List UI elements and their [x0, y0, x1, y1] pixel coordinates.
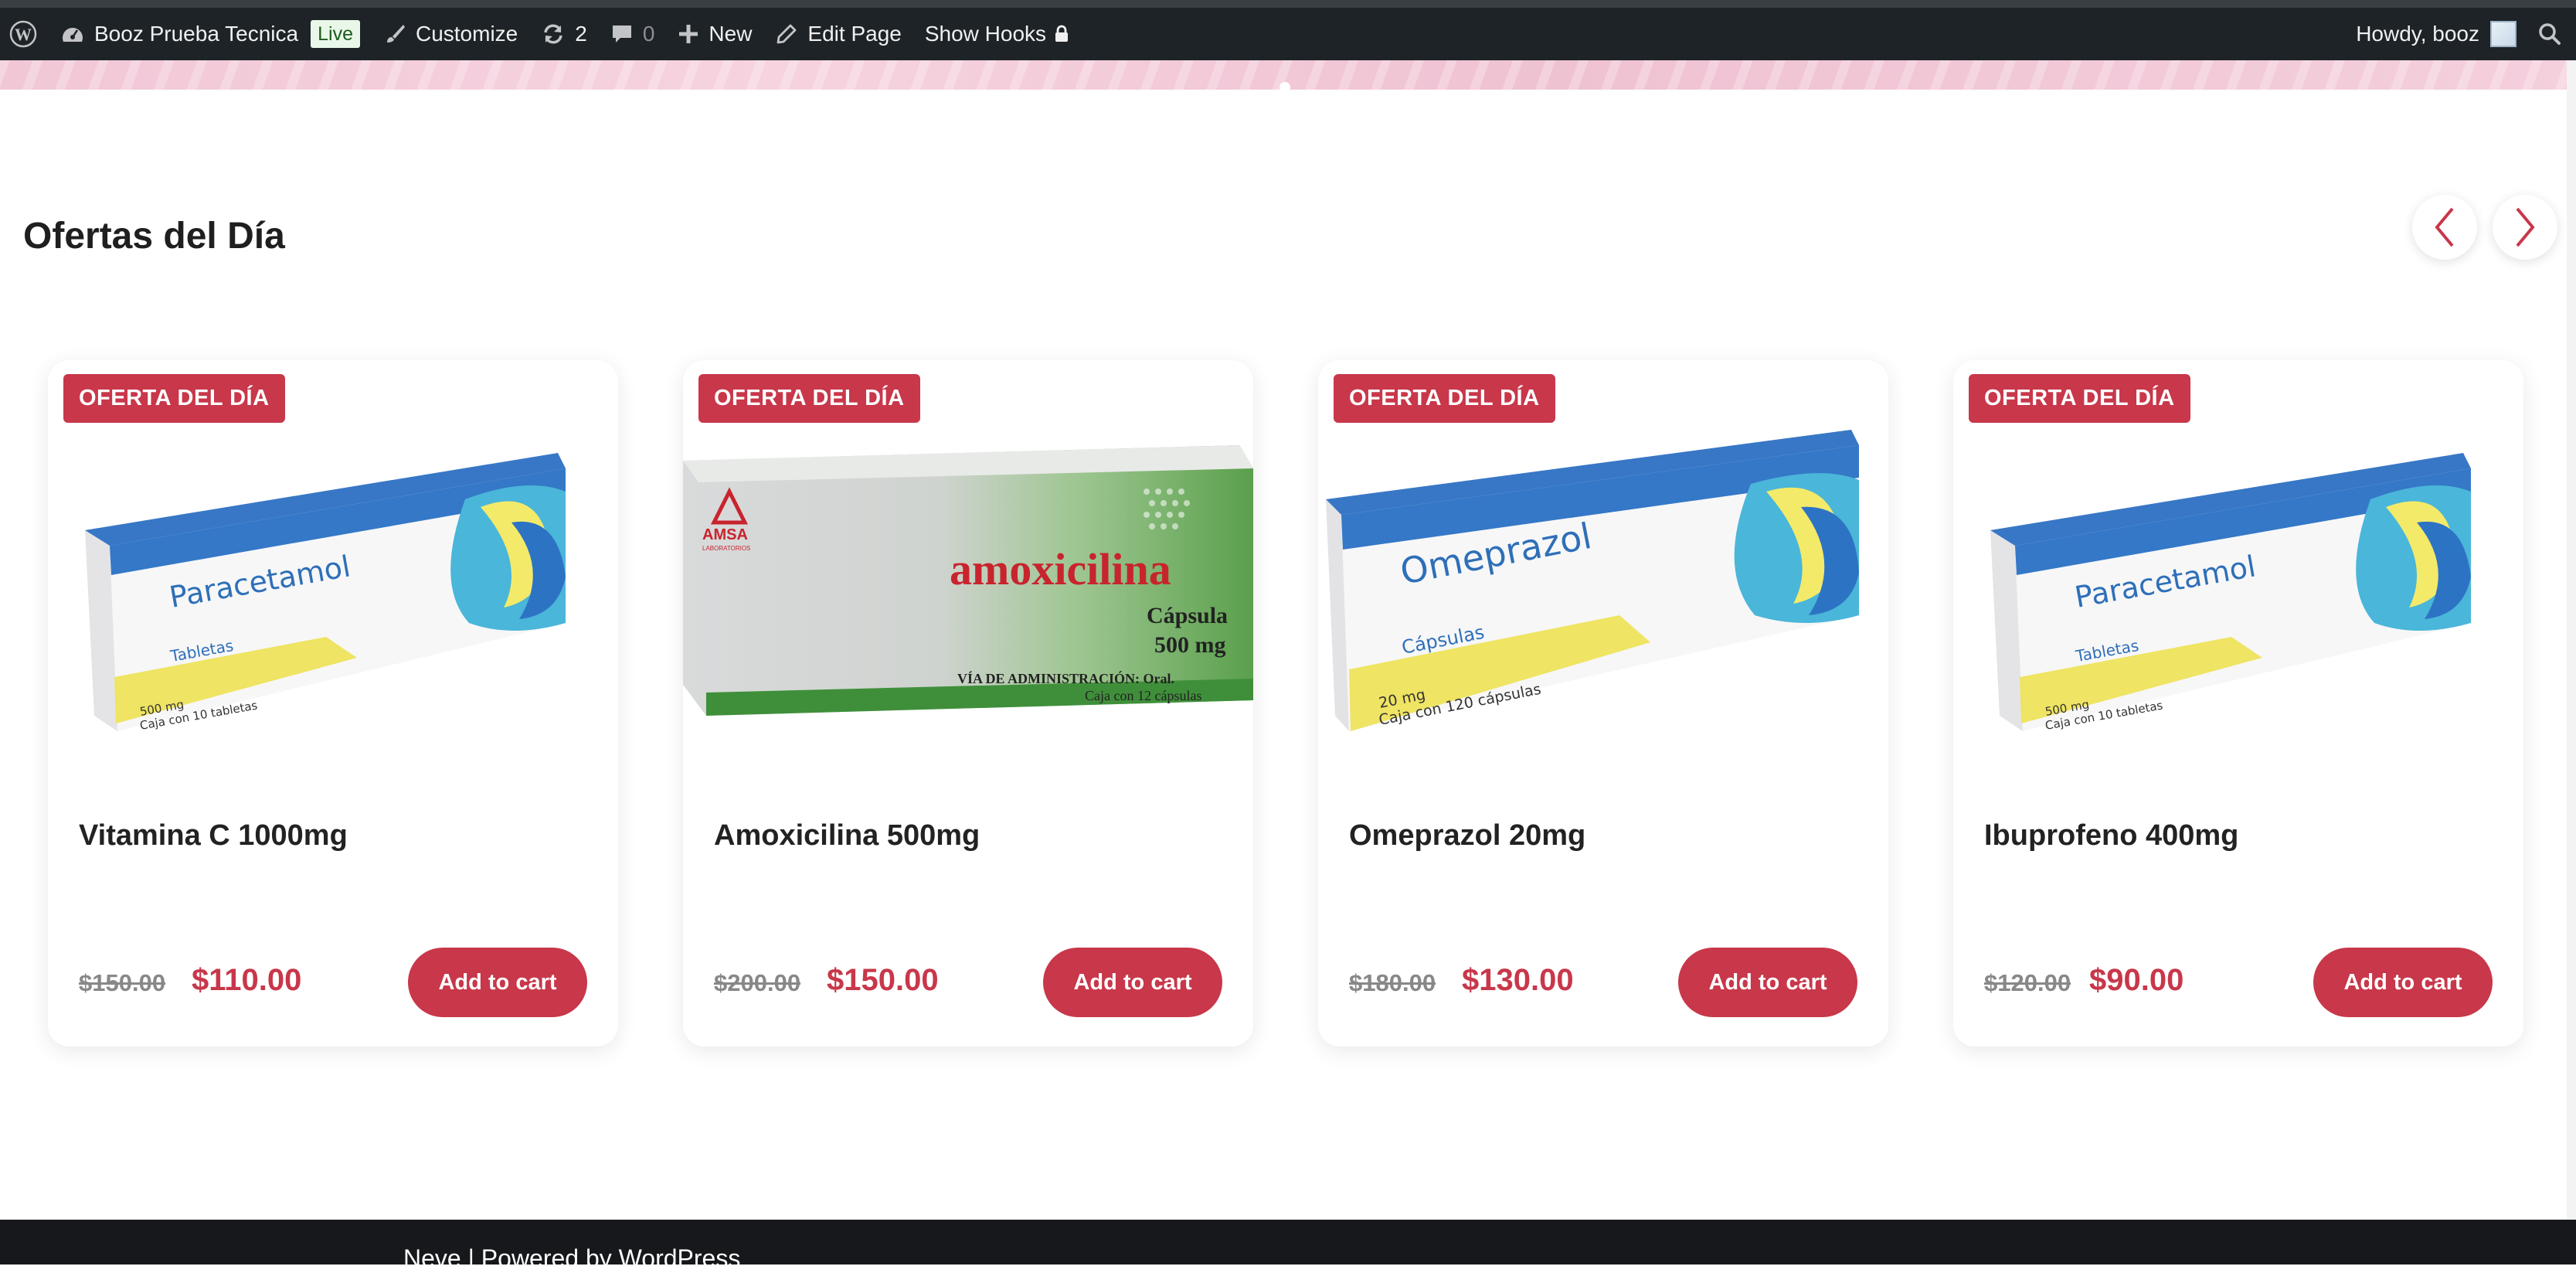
new-content-link[interactable]: New	[666, 8, 763, 60]
comments-link[interactable]: 0	[599, 8, 667, 60]
chevron-right-icon	[2516, 207, 2535, 247]
hero-banner-edge	[0, 60, 2576, 93]
plus-icon	[678, 23, 699, 45]
customize-link[interactable]: Customize	[372, 8, 529, 60]
box-route-text: VÍA DE ADMINISTRACIÓN: Oral.	[957, 670, 1174, 686]
refresh-icon	[541, 22, 566, 46]
product-card[interactable]: OFERTA DEL DÍA Paracetamol Tabletas 500 …	[48, 360, 618, 1047]
page-scrollbar[interactable]	[2567, 60, 2576, 1264]
regular-price: $200.00	[714, 969, 801, 996]
site-footer: Neve | Powered by WordPress	[0, 1220, 2576, 1272]
edit-page-link[interactable]: Edit Page	[763, 8, 912, 60]
carousel-prev-button[interactable]	[2412, 195, 2477, 260]
product-name[interactable]: Ibuprofeno 400mg	[1984, 819, 2238, 853]
regular-price: $180.00	[1349, 969, 1436, 996]
box-count-text: Caja con 12 cápsulas	[1085, 688, 1201, 703]
updates-link[interactable]: 2	[529, 8, 599, 60]
product-image[interactable]: AMSA LABORATORIOS amoxicilina Cápsula 50…	[683, 391, 1253, 747]
box-maker-text: AMSA	[702, 526, 748, 543]
customize-label: Customize	[415, 22, 518, 46]
product-name[interactable]: Vitamina C 1000mg	[79, 819, 348, 853]
product-card[interactable]: OFERTA DEL DÍA Paracetamol Tabletas 500 …	[1953, 360, 2523, 1047]
show-hooks-label: Show Hooks	[924, 22, 1047, 46]
add-to-cart-button[interactable]: Add to cart	[1678, 948, 1857, 1017]
carousel-next-button[interactable]	[2493, 195, 2557, 260]
product-card[interactable]: OFERTA DEL DÍA AMSA LABORATORIOS amoxici…	[683, 360, 1253, 1047]
admin-bar: W Booz Prueba Tecnica Live Customize 2 0…	[0, 0, 2576, 60]
deal-badge: OFERTA DEL DÍA	[63, 374, 285, 423]
search-button[interactable]	[2526, 8, 2576, 60]
product-image[interactable]: Omeprazol Cápsulas 20 mg Caja con 120 cá…	[1318, 391, 1888, 747]
box-dose-text: 500 mg	[1154, 632, 1226, 658]
svg-text:W: W	[15, 25, 32, 44]
edit-page-label: Edit Page	[807, 22, 902, 46]
chevron-left-icon	[2435, 207, 2454, 247]
comments-count: 0	[642, 22, 655, 46]
my-account-menu[interactable]: Howdy, booz	[2344, 8, 2526, 60]
wordpress-logo-icon[interactable]: W	[0, 8, 49, 60]
product-image[interactable]: Paracetamol Tabletas 500 mg Caja con 10 …	[1953, 391, 2523, 747]
sale-price: $110.00	[192, 963, 302, 997]
add-to-cart-button[interactable]: Add to cart	[1043, 948, 1222, 1017]
deal-badge: OFERTA DEL DÍA	[1334, 374, 1555, 423]
site-name-menu[interactable]: Booz Prueba Tecnica Live	[49, 8, 372, 60]
product-name[interactable]: Omeprazol 20mg	[1349, 819, 1585, 853]
sale-price: $150.00	[827, 963, 939, 997]
howdy-text: Howdy, booz	[2356, 22, 2479, 46]
deal-badge: OFERTA DEL DÍA	[698, 374, 920, 423]
pencil-icon	[775, 22, 798, 46]
live-badge: Live	[311, 20, 360, 48]
add-to-cart-button[interactable]: Add to cart	[408, 948, 587, 1017]
box-brand-text: amoxicilina	[950, 544, 1171, 594]
add-to-cart-button[interactable]: Add to cart	[2313, 948, 2493, 1017]
dashboard-icon	[60, 23, 85, 45]
slider-dot[interactable]	[1280, 82, 1290, 93]
show-hooks-link[interactable]: Show Hooks	[913, 8, 1081, 60]
paintbrush-icon	[383, 22, 406, 46]
footer-credit-link[interactable]: Neve | Powered by WordPress	[403, 1244, 740, 1273]
avatar	[2490, 21, 2517, 47]
section-title: Ofertas del Día	[23, 216, 285, 257]
lock-icon	[1054, 25, 1069, 43]
updates-count: 2	[575, 22, 587, 46]
deal-badge: OFERTA DEL DÍA	[1969, 374, 2190, 423]
product-image[interactable]: Paracetamol Tabletas 500 mg Caja con 10 …	[48, 391, 618, 747]
product-card[interactable]: OFERTA DEL DÍA Omeprazol Cápsulas 20 mg …	[1318, 360, 1888, 1047]
comment-icon	[610, 22, 634, 46]
search-icon	[2537, 22, 2562, 46]
regular-price: $150.00	[79, 969, 166, 996]
box-form-text: Cápsula	[1147, 603, 1228, 628]
new-label: New	[709, 22, 753, 46]
product-name[interactable]: Amoxicilina 500mg	[714, 819, 980, 853]
box-maker-sub-text: LABORATORIOS	[702, 545, 750, 552]
sale-price: $130.00	[1462, 963, 1574, 997]
site-name: Booz Prueba Tecnica	[94, 22, 299, 46]
regular-price: $120.00	[1984, 969, 2071, 996]
sale-price: $90.00	[2089, 963, 2184, 997]
